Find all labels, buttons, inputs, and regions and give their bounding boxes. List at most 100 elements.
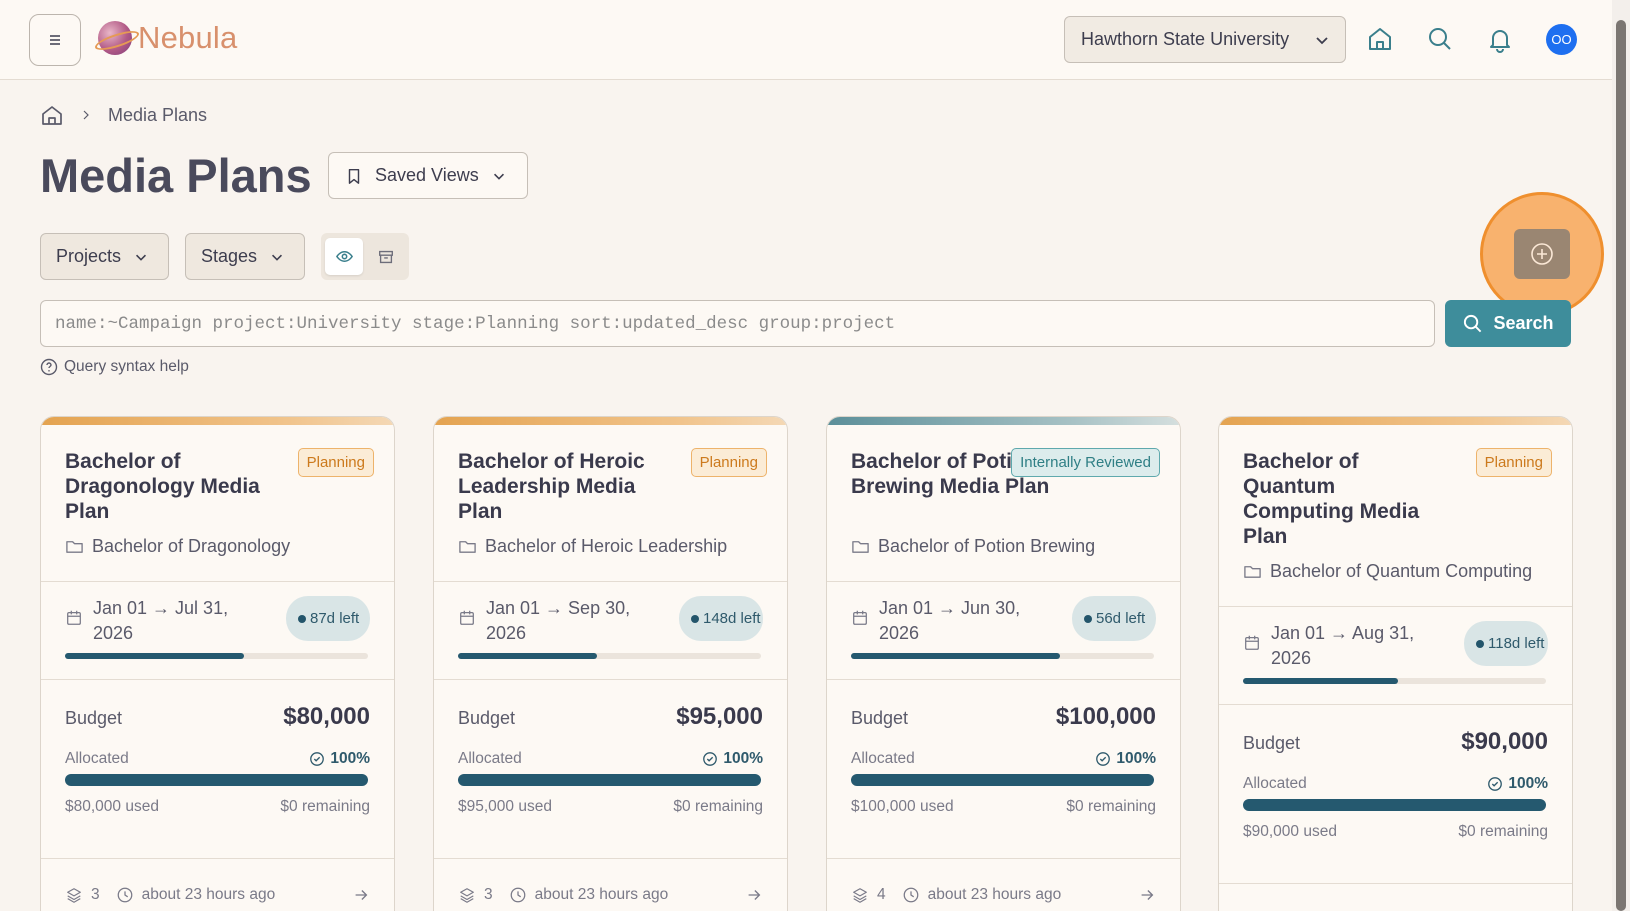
page-title: Media Plans	[40, 149, 312, 202]
media-plan-card[interactable]: Bachelor of Potion Brewing Media Plan In…	[826, 416, 1181, 911]
allocated-label: Allocated	[851, 750, 915, 767]
date-range: Jan 01 → Sep 30, 2026	[458, 596, 636, 646]
budget-used: $100,000 used	[851, 798, 954, 815]
arrow-right-icon[interactable]	[745, 886, 763, 904]
allocated-percent-value: 100%	[1508, 775, 1548, 792]
allocated-percent-value: 100%	[330, 750, 370, 767]
page-scrollbar[interactable]	[1612, 0, 1630, 911]
query-input[interactable]	[40, 300, 1435, 347]
card-divider	[434, 581, 787, 582]
card-title[interactable]: Bachelor of Heroic Leadership Media Plan	[458, 449, 658, 524]
folder-icon	[459, 541, 476, 553]
add-media-plan-button[interactable]	[1514, 229, 1570, 279]
allocated-percent: 100%	[1487, 775, 1548, 793]
calendar-icon	[460, 610, 474, 625]
home-icon[interactable]	[40, 103, 64, 127]
app-logo[interactable]: Nebula	[98, 20, 237, 56]
project-link[interactable]: Bachelor of Potion Brewing	[851, 536, 1095, 557]
show-active-toggle[interactable]	[325, 238, 363, 275]
days-left-pill: 87d left	[286, 596, 370, 641]
stages-filter[interactable]: Stages	[185, 233, 305, 280]
clock-icon	[117, 887, 133, 903]
project-name: Bachelor of Quantum Computing	[1270, 561, 1533, 581]
bell-icon[interactable]	[1485, 24, 1515, 54]
organization-select[interactable]: Hawthorn State University	[1064, 16, 1346, 63]
search-button[interactable]: Search	[1445, 300, 1571, 347]
allocated-label: Allocated	[65, 750, 129, 767]
menu-button[interactable]	[29, 14, 81, 66]
allocated-label: Allocated	[1243, 775, 1307, 792]
projects-filter[interactable]: Projects	[40, 233, 169, 280]
stages-filter-label: Stages	[201, 246, 258, 266]
project-link[interactable]: Bachelor of Dragonology	[65, 536, 290, 557]
card-footer: 3 about 23 hours ago	[65, 886, 370, 904]
media-plan-card[interactable]: Bachelor of Quantum Computing Media Plan…	[1218, 416, 1573, 911]
project-link[interactable]: Bachelor of Heroic Leadership	[458, 536, 727, 557]
date-range-text: Jan 01 → Aug 31, 2026	[1271, 623, 1415, 668]
folder-icon	[852, 541, 869, 553]
card-divider	[41, 679, 394, 680]
budget-label: Budget	[458, 708, 516, 728]
allocated-percent: 100%	[309, 750, 370, 768]
allocation-bar	[458, 774, 761, 786]
calendar-icon	[67, 610, 81, 625]
budget-remaining: $0 remaining	[1458, 823, 1548, 840]
date-range-text: Jan 01 → Jun 30, 2026	[879, 598, 1021, 643]
updated-time: about 23 hours ago	[927, 886, 1062, 903]
budget-used: $80,000 used	[65, 798, 159, 815]
item-count: 3	[484, 886, 493, 903]
updated-time: about 23 hours ago	[141, 886, 276, 903]
scrollbar-thumb[interactable]	[1616, 20, 1626, 911]
card-divider	[827, 858, 1180, 859]
card-footer: 4 about 23 hours ago	[851, 886, 1156, 904]
budget-label: Budget	[65, 708, 123, 728]
layers-icon	[853, 888, 867, 903]
budget-value: $80,000	[283, 703, 370, 730]
media-plan-card[interactable]: Bachelor of Dragonology Media Plan Plann…	[40, 416, 395, 911]
budget-remaining: $0 remaining	[1066, 798, 1156, 815]
chevron-down-icon	[493, 173, 504, 180]
bookmark-icon	[348, 168, 360, 184]
days-left-pill: 118d left	[1464, 621, 1548, 666]
check-circle-icon	[1488, 777, 1503, 791]
check-circle-icon	[310, 752, 325, 766]
layers-icon	[67, 888, 81, 903]
archive-icon	[379, 250, 393, 263]
budget-remaining: $0 remaining	[280, 798, 370, 815]
allocation-bar	[1243, 799, 1546, 811]
folder-icon	[1244, 566, 1261, 578]
eye-icon	[335, 250, 353, 263]
arrow-right-icon[interactable]	[1138, 886, 1156, 904]
time-progress-bar	[851, 653, 1154, 659]
date-range: Jan 01 → Jul 31, 2026	[65, 596, 243, 646]
project-name: Bachelor of Dragonology	[92, 536, 291, 556]
home-icon[interactable]	[1365, 24, 1395, 54]
days-left-pill: 148d left	[679, 596, 763, 641]
stage-color-bar	[434, 417, 787, 425]
time-progress-bar	[1243, 678, 1546, 684]
user-avatar[interactable]: OO	[1546, 24, 1577, 55]
search-icon[interactable]	[1425, 24, 1455, 54]
card-divider	[1219, 606, 1572, 607]
card-title[interactable]: Bachelor of Quantum Computing Media Plan	[1243, 449, 1443, 549]
query-syntax-help-link[interactable]: Query syntax help	[40, 358, 189, 376]
chevron-down-icon	[136, 254, 147, 261]
visibility-toggle-group	[321, 233, 409, 280]
allocated-percent: 100%	[702, 750, 763, 768]
chevron-right-icon	[83, 110, 89, 120]
query-syntax-help-label: Query syntax help	[64, 358, 189, 375]
allocated-label: Allocated	[458, 750, 522, 767]
arrow-right-icon[interactable]	[352, 886, 370, 904]
budget-label: Budget	[1243, 733, 1301, 753]
media-plan-card[interactable]: Bachelor of Heroic Leadership Media Plan…	[433, 416, 788, 911]
card-title[interactable]: Bachelor of Dragonology Media Plan	[65, 449, 265, 524]
project-link[interactable]: Bachelor of Quantum Computing	[1243, 561, 1532, 582]
folder-icon	[66, 541, 83, 553]
clock-icon	[903, 887, 919, 903]
saved-views-button[interactable]: Saved Views	[328, 152, 528, 199]
projects-filter-label: Projects	[56, 246, 122, 266]
check-circle-icon	[703, 752, 718, 766]
nebula-logo-icon	[98, 21, 132, 55]
stage-color-bar	[827, 417, 1180, 425]
show-archived-toggle[interactable]	[367, 238, 405, 275]
